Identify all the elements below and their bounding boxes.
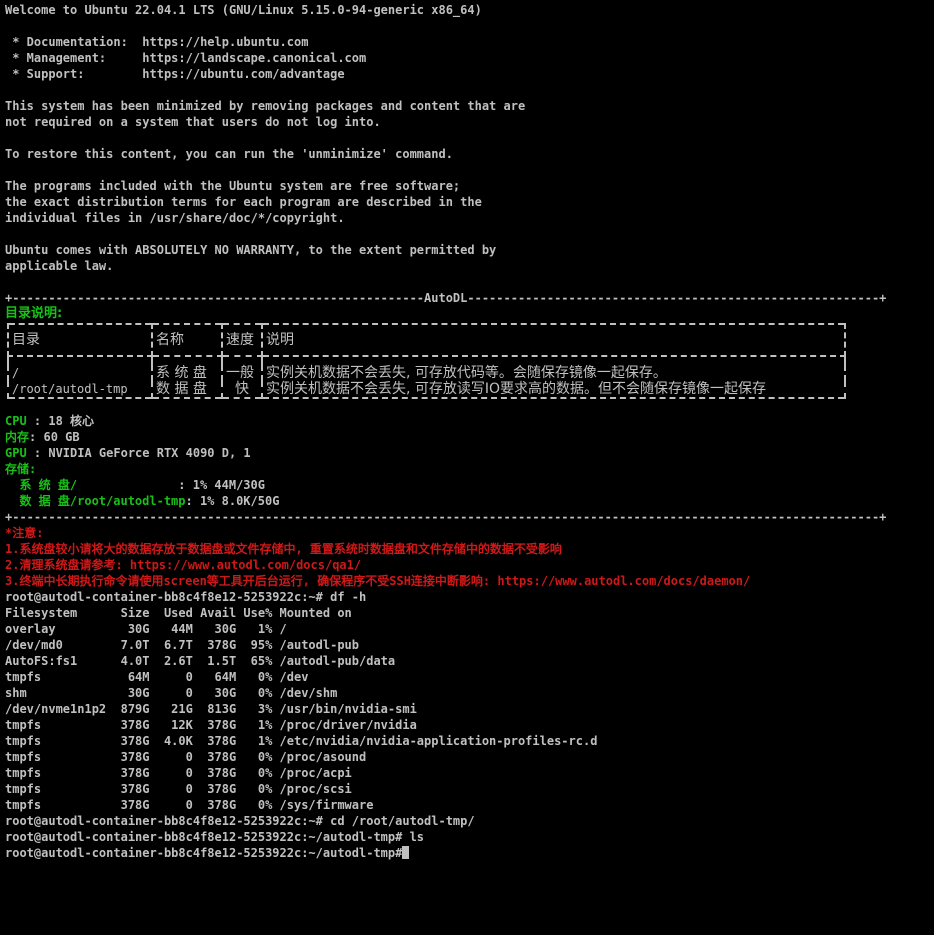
notice-1: 1.系统盘较小请将大的数据存放于数据盘或文件存储中, 重置系统时数据盘和文件存储… — [5, 542, 562, 556]
df-row: tmpfs 378G 12K 378G 1% /proc/driver/nvid… — [5, 718, 417, 732]
command-cd: root@autodl-container-bb8c4f8e12-5253922… — [5, 814, 475, 828]
directory-table-box: 目录 名称 速度 说明 / 系 统 盘 一般 实例关机数据不会丢失, 可存放代码… — [5, 321, 857, 413]
df-row: /dev/md0 7.0T 6.7T 378G 95% /autodl-pub — [5, 638, 360, 652]
system-disk-label: 系 统 盘/ — [5, 478, 78, 492]
notice-2: 2.清理系统盘请参考: https://www.autodl.com/docs/… — [5, 558, 362, 572]
df-row: tmpfs 378G 0 378G 0% /proc/scsi — [5, 782, 352, 796]
directory-table: 目录 名称 速度 说明 / 系 统 盘 一般 实例关机数据不会丢失, 可存放代码… — [7, 323, 846, 399]
memory-value: : 60 GB — [29, 430, 80, 444]
data-disk-value: : 1% 8.0K/50G — [185, 494, 280, 508]
motd-minimized-2: not required on a system that users do n… — [5, 115, 381, 129]
gpu-value: : NVIDIA GeForce RTX 4090 D, 1 — [26, 446, 251, 460]
command-ls: root@autodl-container-bb8c4f8e12-5253922… — [5, 830, 425, 844]
memory-label: 内存 — [5, 430, 30, 444]
text-cursor — [402, 846, 410, 859]
motd-restore: To restore this content, you can run the… — [5, 147, 453, 161]
df-row: tmpfs 378G 0 378G 0% /proc/acpi — [5, 766, 352, 780]
table-header-row: 目录 名称 速度 说明 — [7, 324, 846, 357]
df-row: tmpfs 378G 0 378G 0% /proc/asound — [5, 750, 367, 764]
motd-programs-3: individual files in /usr/share/doc/*/cop… — [5, 211, 345, 225]
df-row: overlay 30G 44M 30G 1% / — [5, 622, 287, 636]
table-cell: 快 — [221, 381, 263, 398]
table-cell: / — [7, 365, 153, 381]
command-df: root@autodl-container-bb8c4f8e12-5253922… — [5, 590, 367, 604]
data-disk-info: 数 据 盘/root/autodl-tmp: 1% 8.0K/50G — [5, 493, 934, 509]
notice-3: 3.终端中长期执行命令请使用screen等工具开后台运行, 确保程序不受SSH连… — [5, 574, 751, 588]
shell-prompt: root@autodl-container-bb8c4f8e12-5253922… — [5, 846, 403, 860]
data-disk-label: 数 据 盘/root/autodl-tmp — [5, 494, 186, 508]
table-row: / 系 统 盘 一般 实例关机数据不会丢失, 可存放代码等。会随保存镜像一起保存… — [7, 365, 846, 381]
motd-minimized-1: This system has been minimized by removi… — [5, 99, 526, 113]
cpu-label: CPU — [5, 414, 27, 428]
cpu-info: CPU : 18 核心 — [5, 413, 934, 429]
system-disk-info: 系 统 盘/ : 1% 44M/30G — [5, 477, 934, 493]
autodl-separator-top: +---------------------------------------… — [5, 291, 887, 305]
table-cell: 系 统 盘 — [151, 365, 223, 381]
df-row: AutoFS:fs1 4.0T 2.6T 1.5T 65% /autodl-pu… — [5, 654, 396, 668]
terminal-window[interactable]: Welcome to Ubuntu 22.04.1 LTS (GNU/Linux… — [0, 0, 934, 935]
motd-welcome: Welcome to Ubuntu 22.04.1 LTS (GNU/Linux… — [5, 3, 482, 17]
table-cell: 实例关机数据不会丢失, 可存放代码等。会随保存镜像一起保存。 — [261, 365, 846, 381]
table-header-cell: 说明 — [261, 324, 846, 357]
command-prompt-line[interactable]: root@autodl-container-bb8c4f8e12-5253922… — [5, 845, 934, 861]
table-cell: 实例关机数据不会丢失, 可存放读写IO要求高的数据。但不会随保存镜像一起保存 — [261, 381, 846, 398]
df-row: tmpfs 378G 4.0K 378G 1% /etc/nvidia/nvid… — [5, 734, 598, 748]
motd-programs-1: The programs included with the Ubuntu sy… — [5, 179, 461, 193]
df-row: tmpfs 64M 0 64M 0% /dev — [5, 670, 309, 684]
notice-title: *注意: — [5, 526, 44, 540]
cpu-value: : 18 核心 — [26, 414, 95, 428]
memory-info: 内存: 60 GB — [5, 429, 934, 445]
terminal-output: Welcome to Ubuntu 22.04.1 LTS (GNU/Linux… — [5, 2, 934, 861]
gpu-label: GPU — [5, 446, 27, 460]
dir-title: 目录说明: — [5, 306, 63, 321]
autodl-separator-bottom: +---------------------------------------… — [5, 510, 887, 524]
table-cell: 数 据 盘 — [151, 381, 223, 398]
motd-programs-2: the exact distribution terms for each pr… — [5, 195, 482, 209]
df-row: tmpfs 378G 0 378G 0% /sys/firmware — [5, 798, 374, 812]
motd-warranty-1: Ubuntu comes with ABSOLUTELY NO WARRANTY… — [5, 243, 497, 257]
table-header-cell: 速度 — [221, 324, 263, 357]
table-cell: /root/autodl-tmp — [7, 381, 153, 398]
system-disk-value: : 1% 44M/30G — [77, 478, 265, 492]
storage-label: 存储: — [5, 462, 37, 476]
table-cell: 一般 — [221, 365, 263, 381]
motd-management: * Management: https://landscape.canonica… — [5, 51, 367, 65]
table-row: /root/autodl-tmp 数 据 盘 快 实例关机数据不会丢失, 可存放… — [7, 381, 846, 398]
df-row: shm 30G 0 30G 0% /dev/shm — [5, 686, 338, 700]
table-header-cell: 目录 — [7, 324, 153, 357]
df-row: /dev/nvme1n1p2 879G 21G 813G 3% /usr/bin… — [5, 702, 417, 716]
table-header-cell: 名称 — [151, 324, 223, 357]
motd-warranty-2: applicable law. — [5, 259, 114, 273]
motd-support: * Support: https://ubuntu.com/advantage — [5, 67, 345, 81]
motd-documentation: * Documentation: https://help.ubuntu.com — [5, 35, 309, 49]
gpu-info: GPU : NVIDIA GeForce RTX 4090 D, 1 — [5, 445, 934, 461]
df-header: Filesystem Size Used Avail Use% Mounted … — [5, 606, 352, 620]
